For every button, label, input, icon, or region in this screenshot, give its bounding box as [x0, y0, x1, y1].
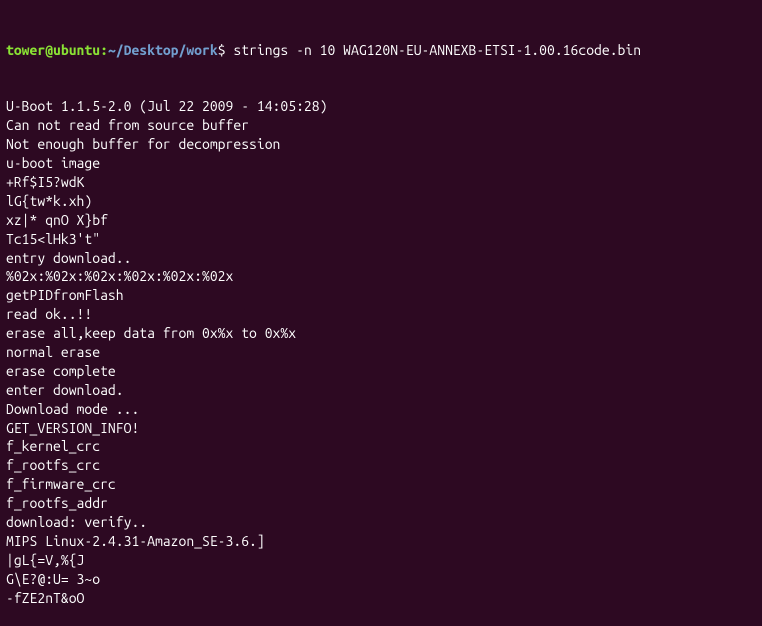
- output-line: lG{tw*k.xh): [6, 192, 756, 211]
- output-line: u-boot image: [6, 154, 756, 173]
- output-line: f_firmware_crc: [6, 475, 756, 494]
- output-line: erase all,keep data from 0x%x to 0x%x: [6, 324, 756, 343]
- output-line: %02x:%02x:%02x:%02x:%02x:%02x: [6, 267, 756, 286]
- output-line: Not enough buffer for decompression: [6, 135, 756, 154]
- output-line: f_kernel_crc: [6, 437, 756, 456]
- output-line: Download mode ...: [6, 400, 756, 419]
- output-line: erase complete: [6, 362, 756, 381]
- entered-command: strings -n 10 WAG120N-EU-ANNEXB-ETSI-1.0…: [233, 42, 641, 58]
- terminal-window[interactable]: tower@ubuntu:~/Desktop/work$ strings -n …: [6, 3, 756, 626]
- output-line: entry download..: [6, 249, 756, 268]
- command-line: tower@ubuntu:~/Desktop/work$ strings -n …: [6, 41, 756, 60]
- output-line: getPIDfromFlash: [6, 286, 756, 305]
- output-line: xz|* qnO X}bf: [6, 211, 756, 230]
- output-line: download: verify..: [6, 513, 756, 532]
- output-line: Tc15<lHk3't": [6, 230, 756, 249]
- output-line: Can not read from source buffer: [6, 116, 756, 135]
- output-line: U-Boot 1.1.5-2.0 (Jul 22 2009 - 14:05:28…: [6, 97, 756, 116]
- output-line: +Rf$I5?wdK: [6, 173, 756, 192]
- prompt-separator: :: [100, 42, 108, 58]
- prompt-user-host: tower@ubuntu: [6, 42, 100, 58]
- output-line: f_rootfs_crc: [6, 456, 756, 475]
- prompt-dollar: $: [218, 42, 234, 58]
- output-line: |gL{=V,%{J: [6, 551, 756, 570]
- output-line: -fZE2nT&oO: [6, 589, 756, 608]
- output-line: f_rootfs_addr: [6, 494, 756, 513]
- command-output: U-Boot 1.1.5-2.0 (Jul 22 2009 - 14:05:28…: [6, 97, 756, 607]
- output-line: MIPS Linux-2.4.31-Amazon_SE-3.6.]: [6, 532, 756, 551]
- output-line: GET_VERSION_INFO!: [6, 419, 756, 438]
- output-line: normal erase: [6, 343, 756, 362]
- output-line: enter download.: [6, 381, 756, 400]
- output-line: read ok..!!: [6, 305, 756, 324]
- output-line: G\E?@:U= 3~o: [6, 570, 756, 589]
- prompt-path: ~/Desktop/work: [108, 42, 218, 58]
